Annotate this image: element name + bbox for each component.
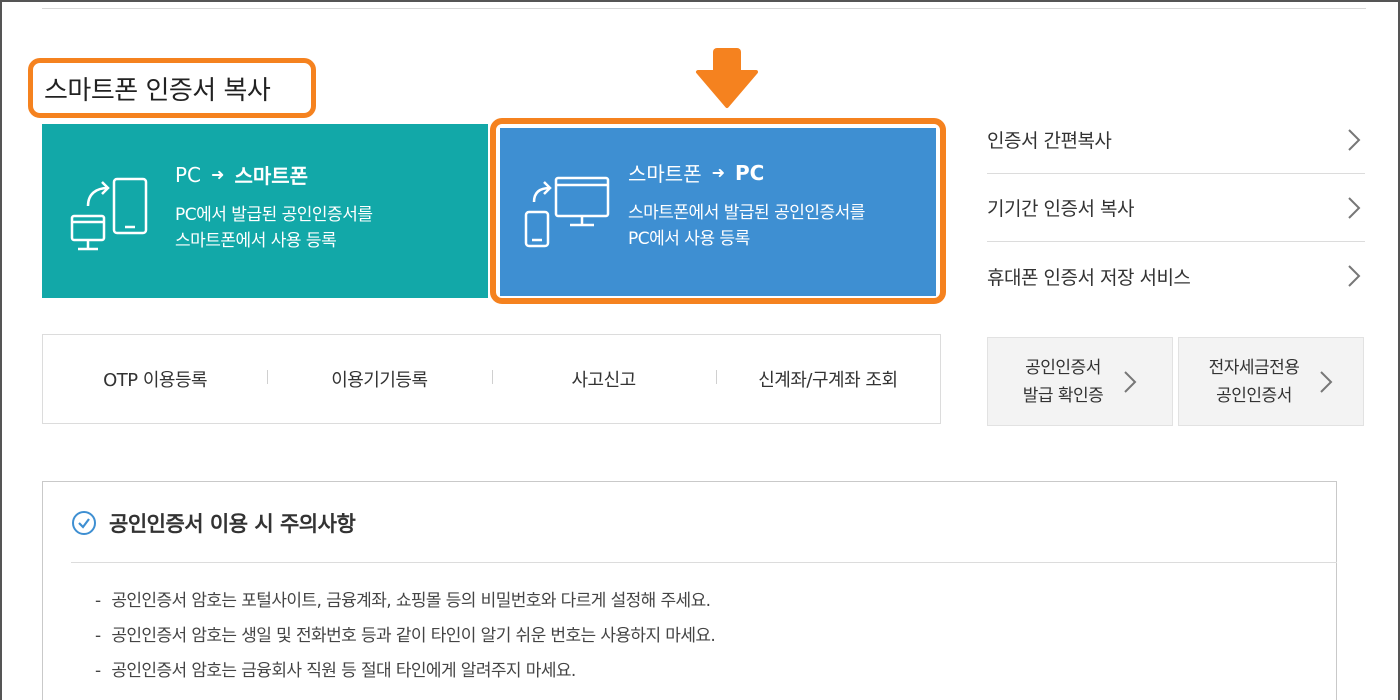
menu-device-register[interactable]: 이용기기등록 [267, 366, 491, 392]
chevron-right-icon [1348, 265, 1361, 287]
notice-list: 공인인증서 암호는 포털사이트, 금융계좌, 쇼핑몰 등의 비밀번호와 다르게 … [95, 586, 715, 691]
down-arrow-icon [696, 48, 758, 108]
pc-to-phone-to: 스마트폰 [234, 164, 309, 188]
cert-issue-confirm-button[interactable]: 공인인증서 발급 확인증 [987, 337, 1173, 426]
gray-button-line2: 공인인증서 [1216, 385, 1292, 406]
right-arrow-icon: ➜ [211, 165, 225, 184]
chevron-right-icon [1124, 370, 1137, 393]
chevron-right-icon [1348, 196, 1361, 219]
link-label: 인증서 간편복사 [987, 130, 1112, 152]
link-label: 휴대폰 인증서 저장 서비스 [987, 266, 1191, 289]
notice-item: 공인인증서 암호는 금융회사 직원 등 절대 타인에게 알려주지 마세요. [95, 656, 715, 691]
phone-to-pc-desc-line2: PC에서 사용 등록 [628, 229, 750, 249]
pc-to-phone-desc-line2: 스마트폰에서 사용 등록 [175, 231, 337, 251]
notice-title: 공인인증서 이용 시 주의사항 [109, 512, 356, 536]
check-circle-icon [72, 511, 96, 535]
notice-header: 공인인증서 이용 시 주의사항 [71, 508, 356, 538]
gray-button-line1: 공인인증서 [1025, 357, 1101, 378]
phone-to-pc-desc-line1: 스마트폰에서 발급된 공인인증서를 [628, 203, 865, 223]
notice-item: 공인인증서 암호는 포털사이트, 금융계좌, 쇼핑몰 등의 비밀번호와 다르게 … [95, 586, 715, 621]
service-menu: OTP 이용등록 이용기기등록 사고신고 신계좌/구계좌 조회 [42, 334, 941, 424]
pc-to-phone-desc: PC에서 발급된 공인인증서를 스마트폰에서 사용 등록 [175, 202, 373, 254]
menu-account-lookup[interactable]: 신계좌/구계좌 조회 [715, 366, 940, 392]
top-divider [42, 8, 1366, 9]
pc-to-phone-desc-line1: PC에서 발급된 공인인증서를 [175, 205, 373, 225]
phone-to-pc-from: 스마트폰 [628, 162, 702, 186]
link-label: 기기간 인증서 복사 [987, 198, 1134, 220]
menu-otp-register[interactable]: OTP 이용등록 [43, 366, 267, 392]
chevron-right-icon [1320, 370, 1333, 393]
menu-incident-report[interactable]: 사고신고 [491, 366, 716, 392]
phone-to-pc-desc: 스마트폰에서 발급된 공인인증서를 PC에서 사용 등록 [628, 200, 865, 252]
right-link-list: 인증서 간편복사 기기간 인증서 복사 휴대폰 인증서 저장 서비스 [987, 106, 1365, 310]
notice-box: 공인인증서 이용 시 주의사항 공인인증서 암호는 포털사이트, 금융계좌, 쇼… [42, 481, 1337, 700]
gray-button-line1: 전자세금전용 [1208, 357, 1300, 378]
notice-item: 공인인증서 암호는 생일 및 전화번호 등과 같이 타인이 알기 쉬운 번호는 … [95, 621, 715, 656]
phone-to-pc-title: 스마트폰 ➜ PC [628, 158, 764, 187]
phone-to-pc-card[interactable]: 스마트폰 ➜ PC 스마트폰에서 발급된 공인인증서를 PC에서 사용 등록 [500, 128, 936, 296]
right-arrow-icon: ➜ [711, 163, 726, 182]
link-simple-copy[interactable]: 인증서 간편복사 [987, 106, 1365, 174]
gray-button-line2: 발급 확인증 [1022, 385, 1104, 406]
gray-button-text: 전자세금전용 공인인증서 [1209, 354, 1300, 410]
pc-to-phone-title: PC ➜ 스마트폰 [175, 160, 308, 189]
notice-divider [71, 562, 1337, 563]
section-title-text: 스마트폰 인증서 복사 [44, 75, 271, 106]
chevron-right-icon [1348, 128, 1361, 151]
gray-button-text: 공인인증서 발급 확인증 [1023, 354, 1104, 410]
phone-to-pc-icon [524, 176, 610, 248]
phone-to-pc-to: PC [735, 160, 765, 185]
pc-to-phone-card[interactable]: PC ➜ 스마트폰 PC에서 발급된 공인인증서를 스마트폰에서 사용 등록 [42, 124, 488, 298]
section-title: 스마트폰 인증서 복사 [28, 58, 316, 118]
pc-to-phone-icon [70, 177, 148, 251]
link-device-copy[interactable]: 기기간 인증서 복사 [987, 174, 1365, 242]
pc-to-phone-from: PC [175, 162, 202, 187]
tax-cert-button[interactable]: 전자세금전용 공인인증서 [1178, 337, 1364, 426]
link-phone-storage[interactable]: 휴대폰 인증서 저장 서비스 [987, 242, 1365, 310]
